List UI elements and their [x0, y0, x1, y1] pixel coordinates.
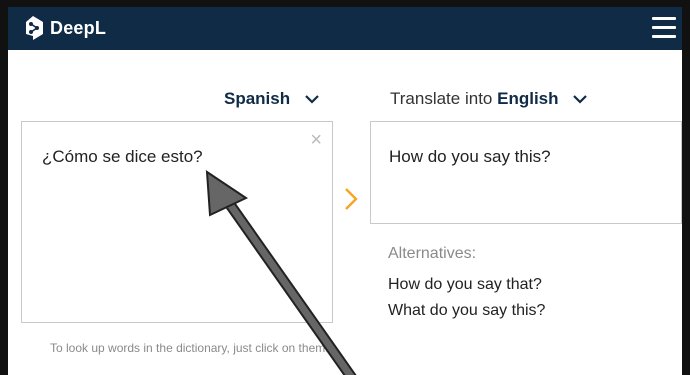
frame-border-right	[682, 0, 690, 375]
source-language-label: Spanish	[224, 89, 291, 108]
chevron-down-icon	[305, 95, 319, 104]
frame-border-left	[0, 0, 8, 375]
source-text-panel[interactable]: ¿Cómo se dice esto? ×	[21, 121, 333, 323]
alternative-item[interactable]: What do you say this?	[388, 302, 545, 320]
frame-border-top	[0, 0, 690, 7]
alternative-item[interactable]: How do you say that?	[388, 276, 542, 294]
target-language-prefix: Translate into	[390, 89, 493, 108]
top-bar: DeepL	[8, 7, 682, 50]
source-language-select[interactable]: Spanish	[224, 89, 319, 109]
app-name: DeepL	[50, 18, 107, 38]
alternatives-label: Alternatives:	[388, 245, 477, 262]
chevron-down-icon	[573, 95, 588, 104]
hamburger-menu-icon[interactable]	[652, 17, 676, 39]
target-language-label: English	[497, 89, 559, 108]
dictionary-hint: To look up words in the dictionary, just…	[50, 341, 329, 355]
translation-text[interactable]: How do you say this?	[389, 147, 551, 167]
chevron-right-icon	[345, 188, 358, 210]
target-text-panel[interactable]: How do you say this?	[370, 121, 682, 224]
target-language-select[interactable]: Translate into English	[390, 89, 588, 109]
deepl-logo-icon[interactable]	[22, 16, 44, 40]
clear-icon[interactable]: ×	[310, 130, 322, 150]
source-text[interactable]: ¿Cómo se dice esto?	[42, 147, 203, 167]
